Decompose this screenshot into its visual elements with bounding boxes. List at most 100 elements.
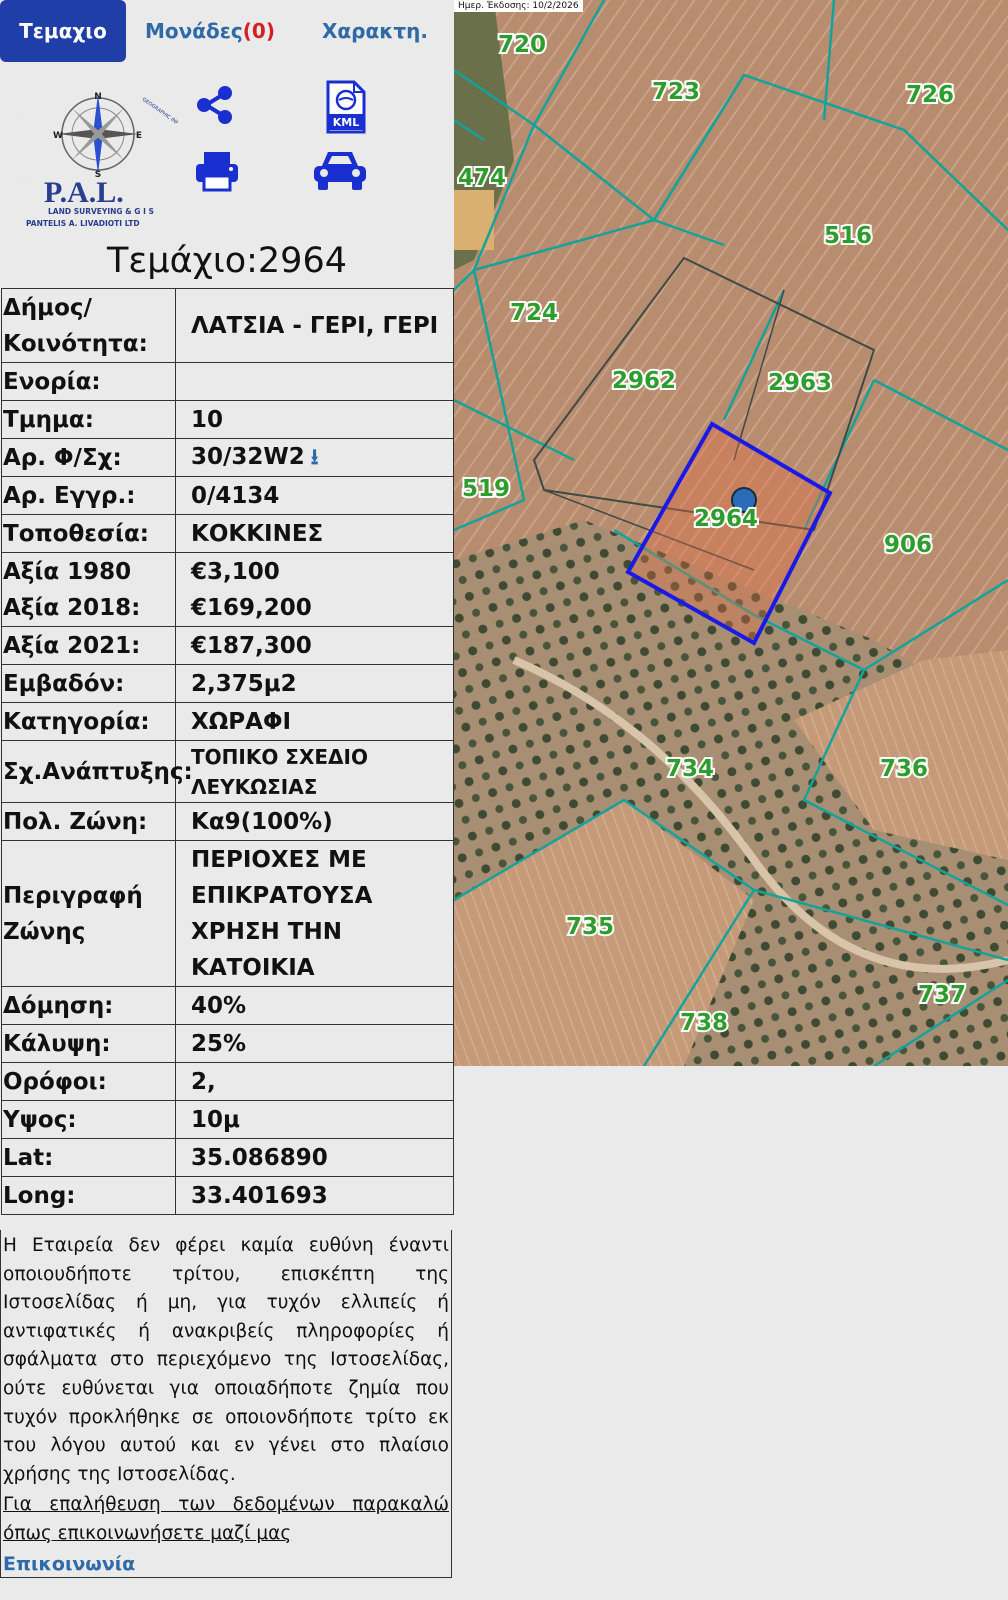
tab-units-label: Μονάδες (145, 19, 243, 43)
table-row: Αξία 1980 Αξία 2018: €3,100 €169,200 (1, 552, 454, 627)
svg-text:P.A.L.: P.A.L. (44, 176, 124, 209)
svg-text:N: N (94, 92, 102, 102)
row-label: Υψος: (1, 1100, 176, 1139)
table-row: Πολ. Ζώνη: Κα9(100%) (1, 802, 454, 841)
svg-text:KML: KML (333, 116, 359, 129)
row-value: ΚΟΚΚΙΝΕΣ (175, 514, 454, 553)
row-value: 0/4134 (175, 476, 454, 515)
row-value: ΛΑΤΣΙΑ - ΓΕΡΙ, ΓΕΡΙ (175, 288, 454, 363)
value-1980: €3,100 (191, 558, 280, 585)
row-value: ΧΩΡΑΦΙ (175, 702, 454, 741)
sheet-number: 30/32W2 (191, 444, 305, 470)
row-label: Δόμηση: (1, 986, 176, 1025)
row-label: Σχ.Ανάπτυξης: (1, 740, 193, 803)
svg-text:LAND SURVEYING & G I S: LAND SURVEYING & G I S (48, 207, 154, 216)
value-2018-label: Αξία 2018: (3, 594, 141, 621)
row-value (175, 362, 454, 401)
printer-icon[interactable] (194, 150, 240, 192)
row-value: 2,375μ2 (175, 664, 454, 703)
share-icon[interactable] (194, 84, 236, 126)
map-canvas[interactable]: 720 723 726 474 516 724 2962 2963 519 2964 906 734 7… (454, 0, 1008, 1066)
row-label: Ορόφοι: (1, 1062, 176, 1101)
row-label: Αξία 2021: (1, 626, 176, 665)
parcel-label-519[interactable]: 519 (460, 474, 512, 504)
table-row: Κάλυψη: 25% (1, 1024, 454, 1063)
parcel-label-738[interactable]: 738 (678, 1008, 730, 1038)
tab-bar: Τεμαχιο Μονάδες (0) Χαρακτη. (0, 0, 454, 62)
parcel-label-2963[interactable]: 2963 (766, 368, 834, 398)
contact-link[interactable]: Επικοινωνία (1, 1549, 451, 1579)
table-row: Αξία 2021: €187,300 (1, 626, 454, 665)
parcel-label-734[interactable]: 734 (664, 754, 716, 784)
row-label: Τμημα: (1, 400, 176, 439)
row-value: €187,300 (175, 626, 454, 665)
car-icon[interactable] (312, 148, 368, 192)
row-value: 33.401693 (175, 1176, 454, 1215)
svg-text:PANTELIS A. LIVADIOTI LTD: PANTELIS A. LIVADIOTI LTD (26, 219, 140, 228)
row-label: Κάλυψη: (1, 1024, 176, 1063)
row-label: Εμβαδόν: (1, 664, 176, 703)
row-label: Πολ. Ζώνη: (1, 802, 176, 841)
parcel-label-474[interactable]: 474 (456, 163, 508, 193)
parcel-label-516[interactable]: 516 (822, 221, 874, 251)
table-row: Εμβαδόν: 2,375μ2 (1, 664, 454, 703)
table-row: Αρ. Φ/Σχ: 30/32W2 ⭳ (1, 438, 454, 477)
table-row: Long: 33.401693 (1, 1176, 454, 1215)
svg-text:W: W (53, 131, 63, 141)
page-title: Τεμάχιο:2964 (107, 241, 347, 281)
kml-download-icon[interactable]: KML (326, 80, 366, 134)
disclaimer-box: Η Εταιρεία δεν φέρει καμία ευθύνη έναντι… (0, 1230, 452, 1578)
verify-text: Για επαλήθευση των δεδομένων παρακαλώ όπ… (3, 1494, 449, 1544)
parcel-label-735[interactable]: 735 (564, 912, 616, 942)
row-label: Ενορία: (1, 362, 176, 401)
value-2018: €169,200 (191, 594, 312, 621)
parcel-label-723[interactable]: 723 (650, 77, 702, 107)
table-row: Lat: 35.086890 (1, 1138, 454, 1177)
tab-parcel[interactable]: Τεμαχιο (0, 0, 126, 62)
table-row: Ορόφοι: 2, (1, 1062, 454, 1101)
map-date-label: Ημερ. Έκδοσης: 10/2/2026 (454, 0, 583, 12)
row-value: 35.086890 (175, 1138, 454, 1177)
row-label: Αρ. Εγγρ.: (1, 476, 176, 515)
row-label: Lat: (1, 1138, 176, 1177)
table-row: Τοποθεσία: ΚΟΚΚΙΝΕΣ (1, 514, 454, 553)
disclaimer-text: Η Εταιρεία δεν φέρει καμία ευθύνη έναντι… (3, 1235, 449, 1485)
parcel-label-2962[interactable]: 2962 (610, 366, 678, 396)
tab-units-count: (0) (242, 19, 275, 43)
download-icon[interactable]: ⭳ (311, 445, 319, 470)
table-row: Σχ.Ανάπτυξης: ΤΟΠΙΚΟ ΣΧΕΔΙΟ ΛΕΥΚΩΣΙΑΣ (1, 740, 454, 803)
parcel-label-720[interactable]: 720 (496, 30, 548, 60)
parcel-label-724[interactable]: 724 (508, 298, 560, 328)
row-label: Αξία 1980 Αξία 2018: (1, 552, 176, 627)
table-row: Ενορία: (1, 362, 454, 401)
parcel-label-736[interactable]: 736 (878, 754, 930, 784)
row-value: 40% (175, 986, 454, 1025)
table-row: Υψος: 10μ (1, 1100, 454, 1139)
cadastral-map[interactable]: 720 723 726 474 516 724 2962 2963 519 2964 906 734 7… (454, 0, 1008, 1066)
row-value: 25% (175, 1024, 454, 1063)
company-logo: N S W E GEOGRAPHIC INFORMATION SYSTEMS P… (14, 76, 222, 236)
row-value: ΤΟΠΙΚΟ ΣΧΕΔΙΟ ΛΕΥΚΩΣΙΑΣ (175, 740, 454, 803)
tab-characteristics[interactable]: Χαρακτη. (300, 0, 450, 62)
parcel-label-737[interactable]: 737 (916, 980, 968, 1010)
row-value: 10 (175, 400, 454, 439)
svg-text:E: E (136, 131, 142, 141)
row-value: €3,100 €169,200 (175, 552, 454, 627)
row-value: ΠΕΡΙΟΧΕΣ ΜΕ ΕΠΙΚΡΑΤΟΥΣΑ ΧΡΗΣΗ ΤΗΝ ΚΑΤΟΙΚ… (175, 840, 454, 987)
table-row: Τμημα: 10 (1, 400, 454, 439)
tab-units[interactable]: Μονάδες (0) (130, 0, 290, 62)
svg-text:GEOGRAPHIC INFORMATION SYSTEMS: GEOGRAPHIC INFORMATION SYSTEMS (141, 97, 178, 156)
parcel-label-906[interactable]: 906 (882, 530, 934, 560)
row-label: Long: (1, 1176, 176, 1215)
row-label: Αρ. Φ/Σχ: (1, 438, 176, 477)
row-value: 10μ (175, 1100, 454, 1139)
row-label: Τοποθεσία: (1, 514, 176, 553)
row-value: 30/32W2 ⭳ (175, 438, 454, 477)
table-row: Δήμος/ Κοινότητα: ΛΑΤΣΙΑ - ΓΕΡΙ, ΓΕΡΙ (1, 288, 454, 363)
parcel-label-726[interactable]: 726 (904, 80, 956, 110)
row-label: Κατηγορία: (1, 702, 176, 741)
parcel-label-2964[interactable]: 2964 (692, 504, 760, 534)
row-value: Κα9(100%) (175, 802, 454, 841)
left-panel: Τεμαχιο Μονάδες (0) Χαρακτη. N S W E GEOG… (0, 0, 454, 1600)
row-label: Περιγραφή Ζώνης (1, 840, 176, 987)
